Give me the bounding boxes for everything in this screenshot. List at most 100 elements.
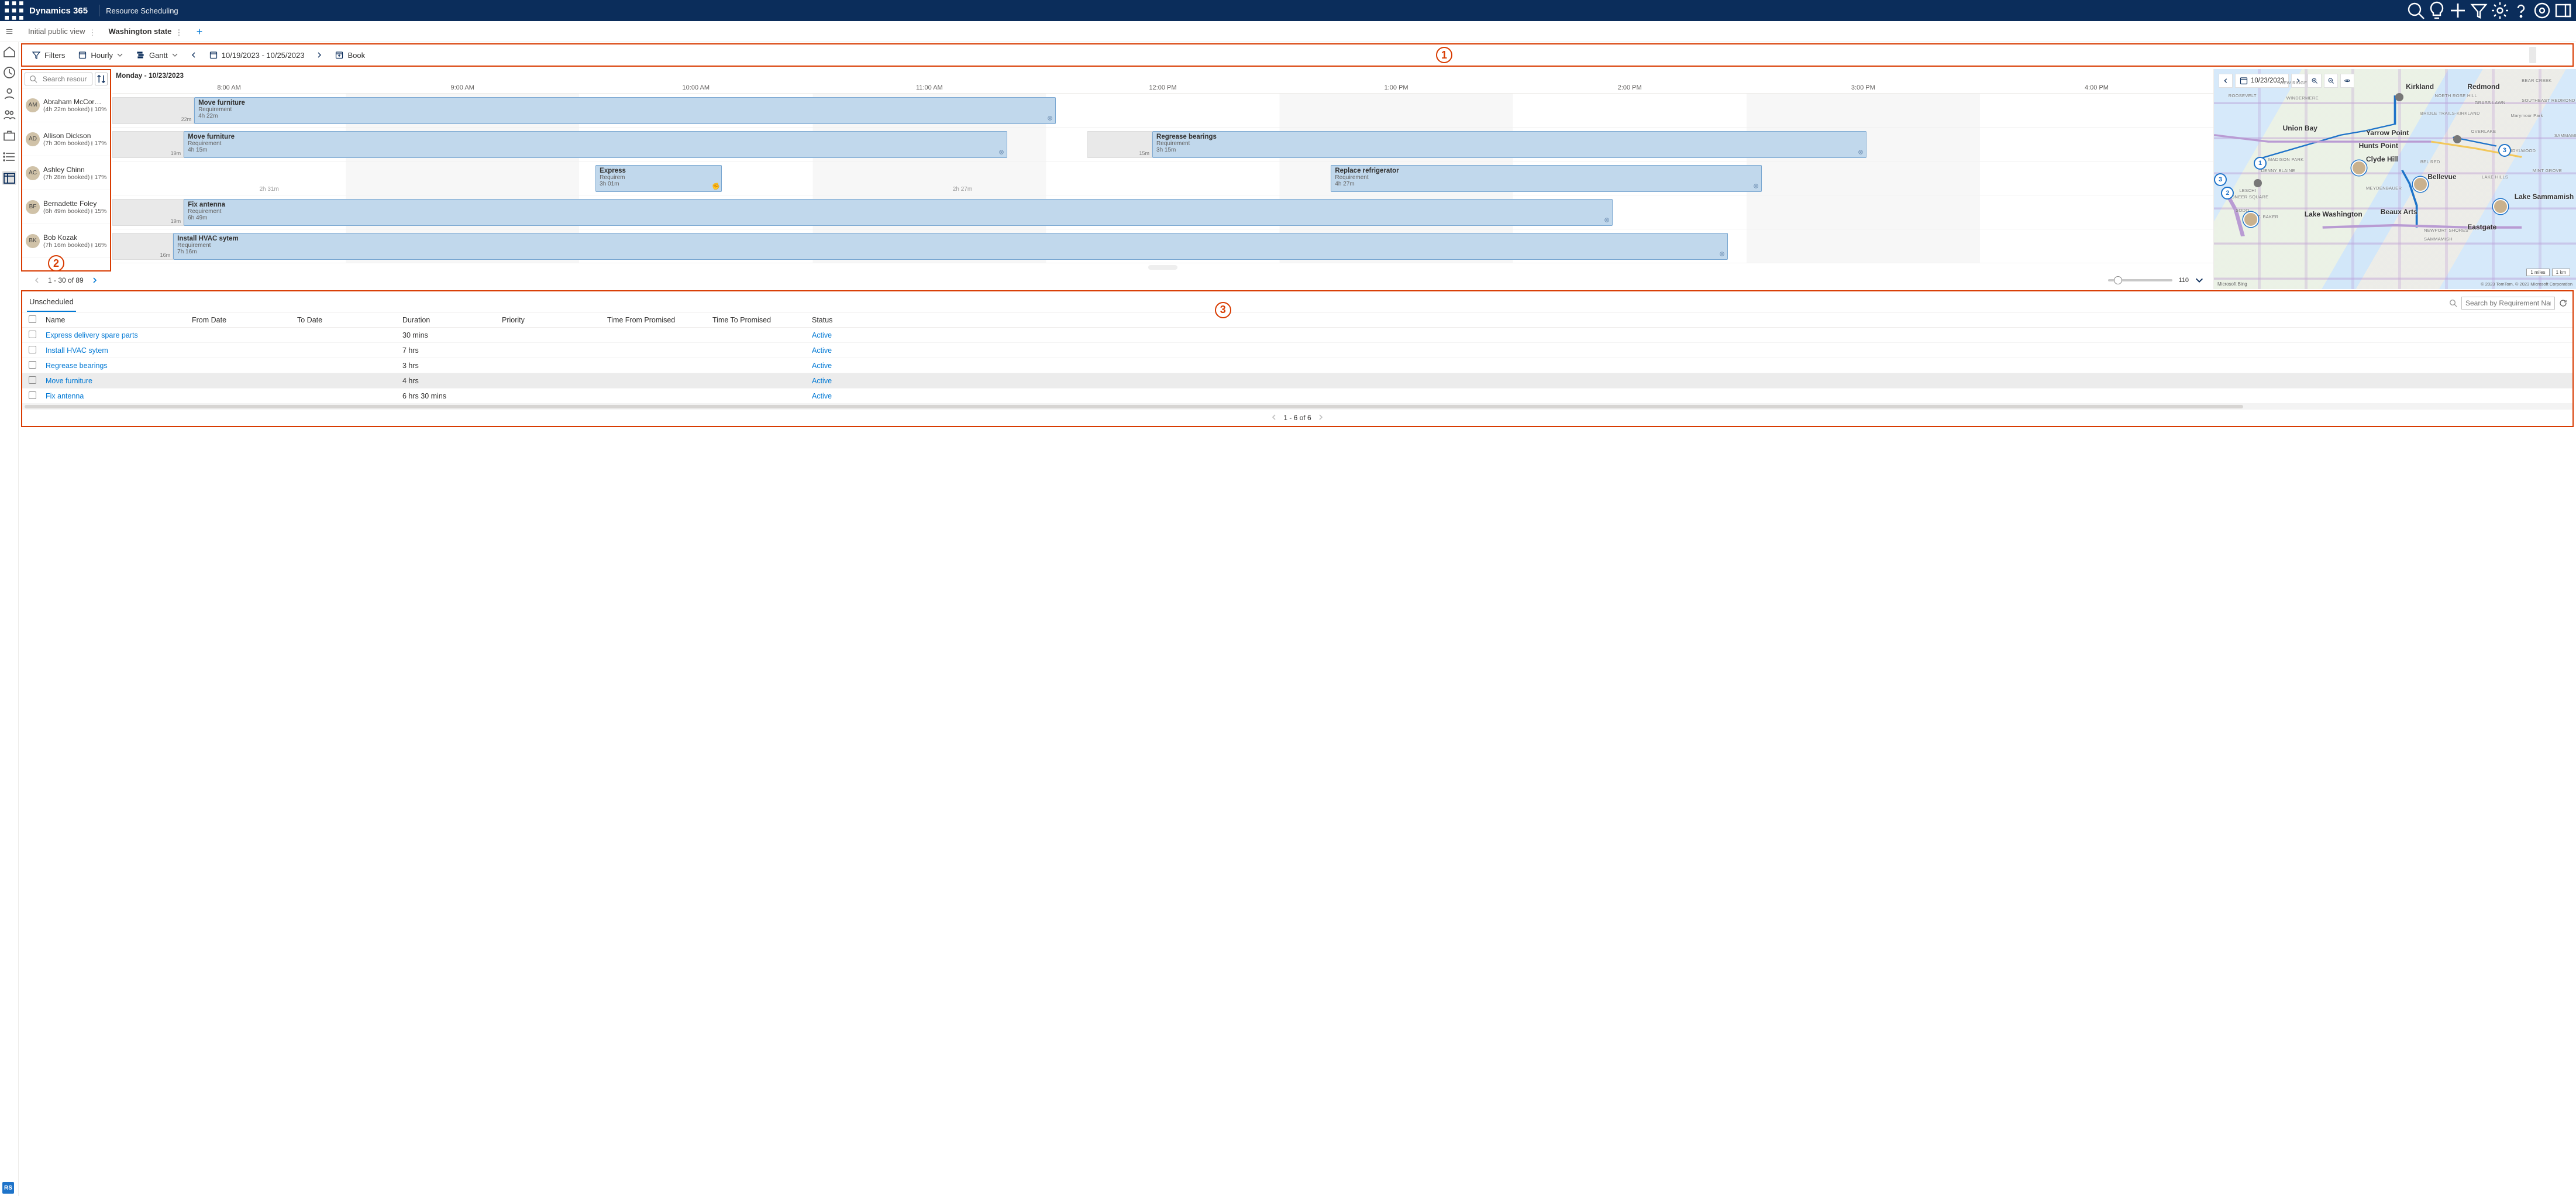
map-prev-button[interactable]	[2219, 74, 2233, 88]
column-header[interactable]: Name	[42, 316, 188, 324]
booking-card[interactable]: Install HVAC sytemRequirement7h 16m	[173, 233, 1728, 260]
row-checkbox[interactable]	[29, 376, 36, 384]
select-all-checkbox[interactable]	[29, 315, 36, 323]
add-icon[interactable]	[2448, 0, 2467, 21]
rail-toolbox-icon[interactable]	[2, 129, 16, 143]
tab-unscheduled[interactable]: Unscheduled	[27, 294, 76, 312]
requirement-name-link[interactable]: Move furniture	[46, 377, 92, 385]
rail-person-icon[interactable]	[2, 87, 16, 101]
gantt-row[interactable]: 19mFix antennaRequirement6h 49m	[112, 195, 2213, 229]
date-range-picker[interactable]: 10/19/2023 - 10/25/2023	[204, 47, 309, 63]
filter-icon[interactable]	[2470, 0, 2488, 21]
app-badge[interactable]: RS	[2, 1182, 14, 1194]
rail-list-icon[interactable]	[2, 150, 16, 164]
toolbar-overflow-icon[interactable]	[2561, 47, 2568, 63]
booking-card[interactable]: Move furnitureRequirement4h 15m	[184, 131, 1007, 158]
requirement-name-link[interactable]: Express delivery spare parts	[46, 331, 138, 339]
resource-item[interactable]: BFBernadette Foley(6h 49m booked)15%	[22, 190, 110, 224]
search-icon[interactable]	[2406, 0, 2425, 21]
booking-card[interactable]: Replace refrigeratorRequirement4h 27m	[1331, 165, 1761, 192]
column-header[interactable]: Time To Promised	[709, 316, 808, 324]
requirements-horizontal-scrollbar[interactable]	[22, 404, 2572, 410]
booking-card[interactable]: Regrease bearingsRequirement3h 15m	[1152, 131, 1866, 158]
resource-item[interactable]: AMAbraham McCormick(4h 22m booked)10%	[22, 88, 110, 122]
date-prev-button[interactable]	[187, 47, 201, 63]
column-header[interactable]: To Date	[294, 316, 399, 324]
status-link[interactable]: Active	[812, 377, 832, 385]
booking-card[interactable]: Fix antennaRequirement6h 49m	[184, 199, 1613, 226]
gantt-row[interactable]: 16mInstall HVAC sytemRequirement7h 16m	[112, 229, 2213, 263]
requirement-row[interactable]: Install HVAC sytem7 hrsActive	[22, 343, 2572, 358]
column-header[interactable]: Duration	[399, 316, 498, 324]
map-view-button[interactable]	[2340, 74, 2354, 88]
resource-item[interactable]: ADAllison Dickson(7h 30m booked)17%	[22, 122, 110, 156]
resource-item[interactable]: BKBob Kozak(7h 16m booked)16%	[22, 224, 110, 258]
row-checkbox[interactable]	[29, 391, 36, 399]
toolbar-person-icon[interactable]	[2529, 47, 2536, 63]
requirement-row[interactable]: Fix antenna6 hrs 30 minsActive	[22, 389, 2572, 404]
resource-search-input[interactable]	[25, 73, 92, 85]
assist-icon[interactable]	[2533, 0, 2551, 21]
toolbar-expand-icon[interactable]	[2550, 47, 2557, 63]
panel-icon[interactable]	[2554, 0, 2572, 21]
row-checkbox[interactable]	[29, 331, 36, 338]
add-view-button[interactable]	[191, 28, 208, 36]
column-header[interactable]: Time From Promised	[604, 316, 709, 324]
toolbar-refresh-icon[interactable]	[2540, 47, 2547, 63]
map-avatar[interactable]	[2243, 212, 2258, 227]
column-header[interactable]: From Date	[188, 316, 294, 324]
resource-sort-button[interactable]	[95, 73, 108, 85]
status-link[interactable]: Active	[812, 346, 832, 355]
rail-home-icon[interactable]	[2, 44, 16, 59]
map-avatar[interactable]	[2493, 199, 2508, 214]
booking-card[interactable]: ExpressRequirem3h 01m✊	[595, 165, 722, 192]
rail-recent-icon[interactable]	[2, 66, 16, 80]
map-zoom-in-button[interactable]	[2308, 74, 2322, 88]
pager-prev-button[interactable]	[1270, 414, 1277, 422]
help-icon[interactable]	[2512, 0, 2530, 21]
resource-item[interactable]: ACAshley Chinn(7h 28m booked)17%	[22, 156, 110, 190]
view-tab[interactable]: Washington state⋮	[105, 21, 184, 42]
status-link[interactable]: Active	[812, 392, 832, 400]
requirement-name-link[interactable]: Fix antenna	[46, 392, 84, 400]
book-button[interactable]: Book	[330, 47, 370, 63]
column-header[interactable]: Priority	[498, 316, 604, 324]
gantt-row[interactable]: 19mMove furnitureRequirement4h 15m15mReg…	[112, 128, 2213, 161]
column-header[interactable]: Status	[808, 316, 2572, 324]
requirement-row[interactable]: Move furniture4 hrsActive	[22, 373, 2572, 389]
requirement-row[interactable]: Regrease bearings3 hrsActive	[22, 358, 2572, 373]
requirement-search-input[interactable]	[2461, 297, 2555, 310]
menu-toggle-button[interactable]	[0, 21, 19, 42]
row-checkbox[interactable]	[29, 361, 36, 369]
app-launcher-button[interactable]	[4, 0, 25, 21]
requirement-name-link[interactable]: Install HVAC sytem	[46, 346, 108, 355]
gantt-row[interactable]: 22mMove furnitureRequirement4h 22m	[112, 94, 2213, 128]
status-link[interactable]: Active	[812, 362, 832, 370]
row-checkbox[interactable]	[29, 346, 36, 353]
layout-dropdown[interactable]: Gantt	[132, 47, 183, 63]
map-pin-3b[interactable]: 3	[2498, 144, 2511, 157]
scale-dropdown[interactable]: Hourly	[73, 47, 128, 63]
drag-handle-icon[interactable]: ⋮	[175, 28, 180, 35]
view-tab[interactable]: Initial public view⋮	[25, 21, 97, 42]
map-zoom-out-button[interactable]	[2324, 74, 2338, 88]
pager-next-button[interactable]	[1317, 414, 1324, 422]
toolbar-route-icon[interactable]	[2508, 47, 2515, 63]
gantt-row[interactable]: ExpressRequirem3h 01m✊ Replace refrigerat…	[112, 161, 2213, 195]
booking-card[interactable]: Move furnitureRequirement4h 22m	[194, 97, 1056, 124]
bulb-icon[interactable]	[2427, 0, 2446, 21]
requirement-name-link[interactable]: Regrease bearings	[46, 362, 108, 370]
toolbar-bell-icon[interactable]	[2519, 47, 2526, 63]
requirement-row[interactable]: Express delivery spare parts30 minsActiv…	[22, 328, 2572, 343]
more-button[interactable]	[373, 47, 380, 63]
gantt-horizontal-scrollbar[interactable]	[1148, 265, 1177, 270]
status-link[interactable]: Active	[812, 331, 832, 339]
map-panel[interactable]: 10/23/2023 KirklandRedmondYarrow PointHu…	[2213, 69, 2576, 289]
gear-icon[interactable]	[2491, 0, 2509, 21]
chevron-down-icon[interactable]	[2195, 276, 2204, 285]
pager-prev-button[interactable]	[32, 275, 42, 286]
filters-button[interactable]: Filters	[27, 47, 70, 63]
rail-schedule-board-icon[interactable]	[2, 171, 16, 185]
zoom-slider[interactable]	[2108, 279, 2172, 281]
pager-next-button[interactable]	[89, 275, 100, 286]
